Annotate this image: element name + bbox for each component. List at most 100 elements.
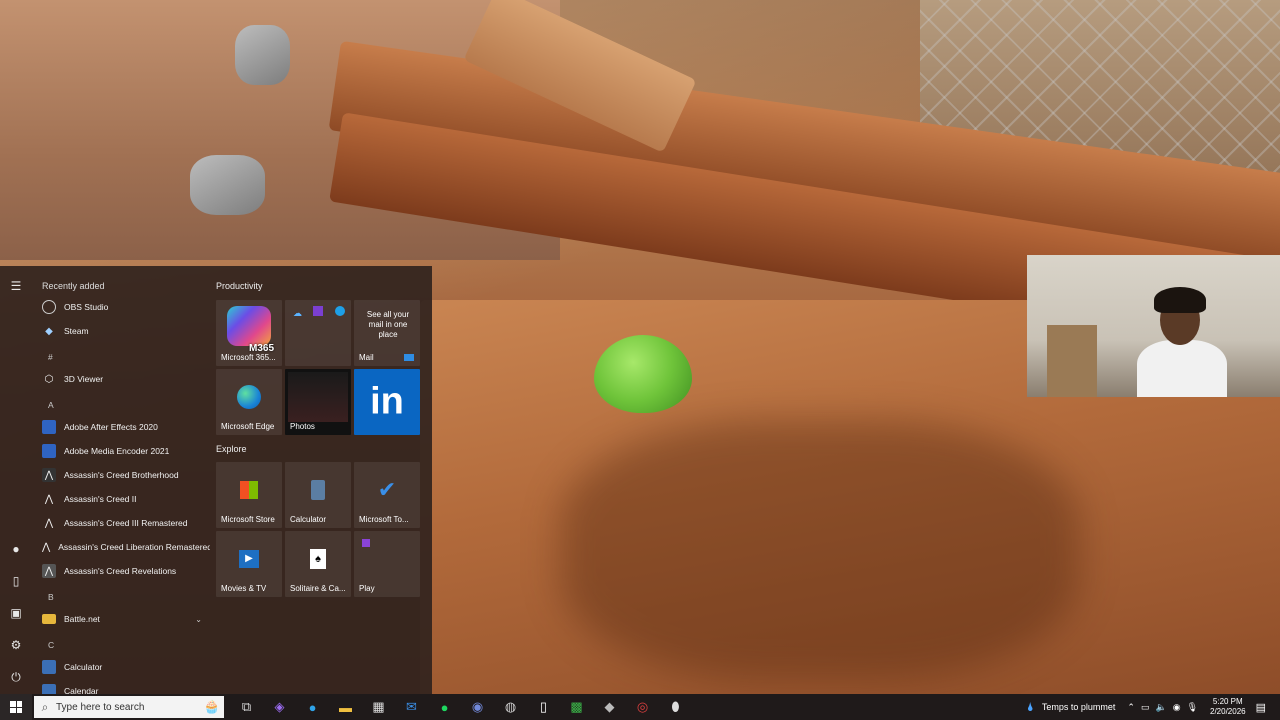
- ac-icon: ⋀: [42, 564, 56, 578]
- onedrive-icon: ☁: [293, 308, 302, 318]
- app-battle-net[interactable]: Battle.net ⌄: [42, 608, 210, 630]
- tile-microsoft-edge[interactable]: Microsoft Edge: [216, 369, 282, 435]
- hamburger-icon[interactable]: ☰: [8, 278, 24, 294]
- copilot-icon[interactable]: ◈: [263, 694, 296, 720]
- steam-recorder-icon[interactable]: ◎: [626, 694, 659, 720]
- search-placeholder: Type here to search: [56, 701, 145, 713]
- app-label: Assassin's Creed Brotherhood: [64, 470, 179, 480]
- app-label: Assassin's Creed II: [64, 494, 137, 504]
- time: 5:20 PM: [1212, 697, 1243, 706]
- ac-icon: ⋀: [44, 493, 54, 505]
- mail-tile-text: See all your mail in one place: [366, 310, 410, 339]
- section-letter[interactable]: A: [48, 400, 54, 410]
- app-after-effects[interactable]: Adobe After Effects 2020: [42, 416, 210, 438]
- me-icon: [42, 444, 56, 458]
- rock: [235, 25, 290, 85]
- user-avatar-icon[interactable]: ●: [8, 541, 24, 557]
- tile-mail[interactable]: See all your mail in one place Mail: [354, 300, 420, 366]
- tile-movies-tv[interactable]: ▶ Movies & TV: [216, 531, 282, 597]
- tile-label: Solitaire & Ca...: [290, 584, 346, 593]
- weather-icon[interactable]: 🌢: [1027, 700, 1034, 715]
- file-explorer-icon[interactable]: ▬: [329, 694, 362, 720]
- tile-microsoft-365[interactable]: M365 Microsoft 365...: [216, 300, 282, 366]
- recently-added-header: Recently added: [42, 281, 105, 291]
- pictures-icon[interactable]: ▣: [8, 605, 24, 621]
- app-ac-liberation[interactable]: ⋀ Assassin's Creed Liberation Remastered: [42, 536, 210, 558]
- tile-play[interactable]: Play: [354, 531, 420, 597]
- store-icon[interactable]: ▦: [362, 694, 395, 720]
- system-tray: 🌢 Temps to plummet ⌃ ▭ 🔈 ◉ 🎙 5:20 PM 2/2…: [1027, 694, 1280, 720]
- tile-office-apps[interactable]: ☁: [285, 300, 351, 366]
- app-label: Adobe After Effects 2020: [64, 422, 158, 432]
- section-letter[interactable]: B: [48, 592, 54, 602]
- chevron-down-icon[interactable]: ⌄: [195, 615, 202, 624]
- section-letter[interactable]: C: [48, 640, 54, 650]
- settings-gear-icon[interactable]: ⚙: [8, 637, 24, 653]
- calculator-icon: [42, 660, 56, 674]
- group-productivity[interactable]: Productivity: [216, 281, 263, 291]
- tile-microsoft-store[interactable]: Microsoft Store: [216, 462, 282, 528]
- rock: [190, 155, 265, 215]
- egg-game-icon[interactable]: ⬮: [659, 694, 692, 720]
- xbox-icon[interactable]: ▩: [560, 694, 593, 720]
- app-label: Calculator: [64, 662, 103, 672]
- webcam-icon[interactable]: ◉: [1173, 702, 1181, 713]
- volume-icon[interactable]: 🔈: [1155, 702, 1166, 713]
- app-steam[interactable]: ◆ Steam: [42, 320, 210, 342]
- green-egg[interactable]: [594, 335, 692, 413]
- app-label: Assassin's Creed Revelations: [64, 566, 177, 576]
- shield-icon[interactable]: ◆: [593, 694, 626, 720]
- obs-icon: [42, 300, 56, 314]
- microphone-icon[interactable]: 🎙: [1187, 702, 1198, 713]
- weather-text[interactable]: Temps to plummet: [1042, 702, 1116, 712]
- chair: [1047, 325, 1097, 397]
- ae-icon: [42, 420, 56, 434]
- ac-icon: ⋀: [44, 517, 54, 529]
- tile-linkedin[interactable]: in: [354, 369, 420, 435]
- network-icon[interactable]: ▭: [1141, 702, 1150, 713]
- section-letter[interactable]: #: [48, 352, 53, 362]
- app-3d-viewer[interactable]: ⬡ 3D Viewer: [42, 368, 210, 390]
- clock[interactable]: 5:20 PM 2/20/2026: [1210, 697, 1246, 717]
- task-view-icon[interactable]: ⧉: [230, 694, 263, 720]
- power-icon[interactable]: ⏻: [8, 669, 24, 685]
- spotify-icon[interactable]: ●: [428, 694, 461, 720]
- documents-icon[interactable]: ▯: [8, 573, 24, 589]
- calendar-icon: [42, 684, 56, 694]
- app-ac-revelations[interactable]: ⋀ Assassin's Creed Revelations: [42, 560, 210, 582]
- app-label: OBS Studio: [64, 302, 109, 312]
- play-app-icon: [362, 539, 370, 547]
- app-media-encoder[interactable]: Adobe Media Encoder 2021: [42, 440, 210, 462]
- tile-label: Photos: [290, 422, 315, 431]
- media-app-icon[interactable]: ◍: [494, 694, 527, 720]
- mail-icon: [404, 354, 414, 361]
- ac-icon: ⋀: [42, 541, 51, 553]
- app-ac-brotherhood[interactable]: ⋀ Assassin's Creed Brotherhood: [42, 464, 210, 486]
- app-calculator[interactable]: Calculator: [42, 656, 210, 678]
- app-ac-iii[interactable]: ⋀ Assassin's Creed III Remastered: [42, 512, 210, 534]
- mail-icon[interactable]: ✉: [395, 694, 428, 720]
- linkedin-icon: in: [370, 380, 404, 423]
- discord-icon[interactable]: ◉: [461, 694, 494, 720]
- tile-label: Microsoft Store: [221, 515, 275, 524]
- start-button[interactable]: [0, 694, 32, 720]
- app-ac-ii[interactable]: ⋀ Assassin's Creed II: [42, 488, 210, 510]
- taskbar-search[interactable]: ⌕ Type here to search 🧁: [34, 696, 224, 718]
- tile-solitaire[interactable]: ♠ Solitaire & Ca...: [285, 531, 351, 597]
- folder-icon: [42, 614, 56, 624]
- chevron-up-icon[interactable]: ⌃: [1127, 702, 1135, 713]
- tile-calculator[interactable]: Calculator: [285, 462, 351, 528]
- search-highlight-icon: 🧁: [203, 699, 220, 714]
- app-label: Calendar: [64, 686, 99, 694]
- tile-photos[interactable]: Photos: [285, 369, 351, 435]
- edge-icon[interactable]: ●: [296, 694, 329, 720]
- group-explore[interactable]: Explore: [216, 444, 247, 454]
- tile-label: Microsoft Edge: [221, 422, 275, 431]
- app-obs-studio[interactable]: OBS Studio: [42, 296, 210, 318]
- webcam-overlay: [1027, 255, 1280, 397]
- notepad-icon[interactable]: ▯: [527, 694, 560, 720]
- notification-icon[interactable]: ▤: [1256, 701, 1266, 714]
- ac-icon: ⋀: [42, 468, 56, 482]
- app-calendar[interactable]: Calendar: [42, 680, 210, 694]
- tile-microsoft-todo[interactable]: ✔ Microsoft To...: [354, 462, 420, 528]
